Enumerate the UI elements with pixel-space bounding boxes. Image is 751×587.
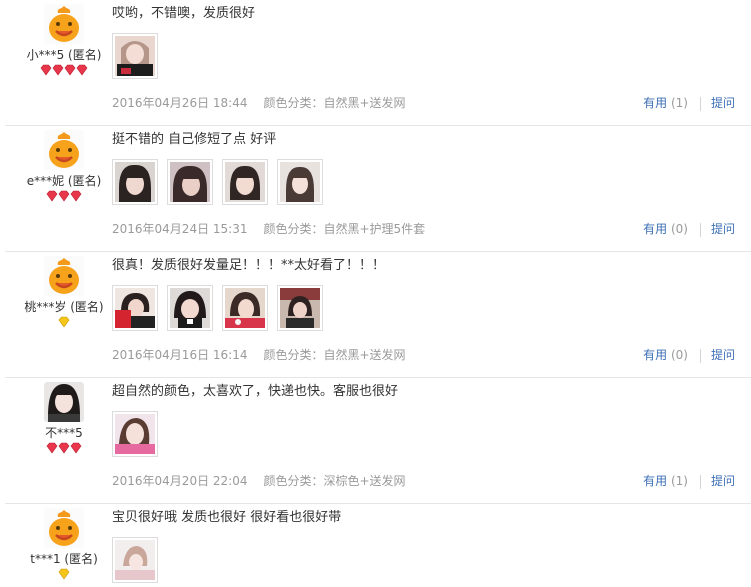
reviewer: e***妮 (匿名) — [0, 130, 128, 202]
useful-button[interactable]: 有用 — [643, 348, 667, 362]
useful-count: (1) — [670, 474, 688, 488]
review-text: 挺不错的 自己修短了点 好评 — [112, 132, 277, 147]
avatar[interactable] — [44, 382, 84, 422]
review-photo[interactable] — [112, 411, 158, 457]
useful-button[interactable]: 有用 — [643, 222, 667, 236]
divider — [699, 96, 701, 111]
reviewer: 不***5 — [0, 382, 128, 454]
ask-button[interactable]: 提问 — [711, 96, 735, 110]
divider — [699, 222, 701, 237]
review-photo[interactable] — [167, 159, 213, 205]
review-item: 不***5 超自然的颜色，太喜欢了，快递也快。客服也很好 2016年04月20日… — [0, 378, 751, 504]
review-item: e***妮 (匿名) 挺不错的 自己修短了点 好评 2016年04月24日 15… — [0, 126, 751, 252]
username[interactable]: t***1 (匿名) — [0, 552, 128, 566]
reviewer: 小***5 (匿名) — [0, 4, 128, 76]
review-text: 宝贝很好哦 发质也很好 很好看也很好带 — [112, 510, 342, 525]
review-date: 2016年04月20日 22:04 — [112, 474, 248, 488]
review-photo[interactable] — [112, 33, 158, 79]
avatar[interactable] — [44, 256, 84, 296]
username[interactable]: 桃***岁 (匿名) — [0, 300, 128, 314]
useful-button[interactable]: 有用 — [643, 96, 667, 110]
username[interactable]: 不***5 — [0, 426, 128, 440]
review-photo[interactable] — [277, 285, 323, 331]
review-item: 小***5 (匿名) 哎哟，不错噢，发质很好 2016年04月26日 18:44… — [0, 0, 751, 126]
review-date: 2016年04月26日 18:44 — [112, 96, 248, 110]
review-text: 哎哟，不错噢，发质很好 — [112, 6, 256, 21]
review-photo[interactable] — [112, 285, 158, 331]
avatar[interactable] — [44, 4, 84, 44]
reviewer: 桃***岁 (匿名) — [0, 256, 128, 328]
divider — [699, 474, 701, 489]
sku-info: 颜色分类：自然黑+护理5件套 — [263, 222, 426, 236]
ask-button[interactable]: 提问 — [711, 222, 735, 236]
buyer-level-badge — [0, 190, 128, 202]
review-text: 超自然的颜色，太喜欢了，快递也快。客服也很好 — [112, 384, 399, 399]
review-photo[interactable] — [222, 285, 268, 331]
useful-count: (1) — [670, 96, 688, 110]
review-date: 2016年04月24日 15:31 — [112, 222, 248, 236]
buyer-level-badge — [0, 316, 128, 328]
review-item: 桃***岁 (匿名) 很真！发质很好发量足！！！**太好看了！！！ 2016年0… — [0, 252, 751, 378]
username[interactable]: e***妮 (匿名) — [0, 174, 128, 188]
review-date: 2016年04月16日 16:14 — [112, 348, 248, 362]
avatar[interactable] — [44, 130, 84, 170]
reviewer: t***1 (匿名) — [0, 508, 128, 580]
username[interactable]: 小***5 (匿名) — [0, 48, 128, 62]
review-photo[interactable] — [112, 159, 158, 205]
useful-count: (0) — [670, 348, 688, 362]
review-photo[interactable] — [112, 537, 158, 583]
review-photo[interactable] — [167, 285, 213, 331]
useful-count: (0) — [670, 222, 688, 236]
review-item: t***1 (匿名) 宝贝很好哦 发质也很好 很好看也很好带 — [0, 504, 751, 587]
avatar[interactable] — [44, 508, 84, 548]
ask-button[interactable]: 提问 — [711, 348, 735, 362]
buyer-level-badge — [0, 442, 128, 454]
review-photo[interactable] — [277, 159, 323, 205]
divider — [699, 348, 701, 363]
useful-button[interactable]: 有用 — [643, 474, 667, 488]
buyer-level-badge — [0, 64, 128, 76]
sku-info: 颜色分类：自然黑+送发网 — [263, 96, 406, 110]
sku-info: 颜色分类：自然黑+送发网 — [263, 348, 406, 362]
buyer-level-badge — [0, 568, 128, 580]
review-text: 很真！发质很好发量足！！！**太好看了！！！ — [112, 258, 386, 273]
ask-button[interactable]: 提问 — [711, 474, 735, 488]
review-photo[interactable] — [222, 159, 268, 205]
sku-info: 颜色分类：深棕色+送发网 — [263, 474, 406, 488]
